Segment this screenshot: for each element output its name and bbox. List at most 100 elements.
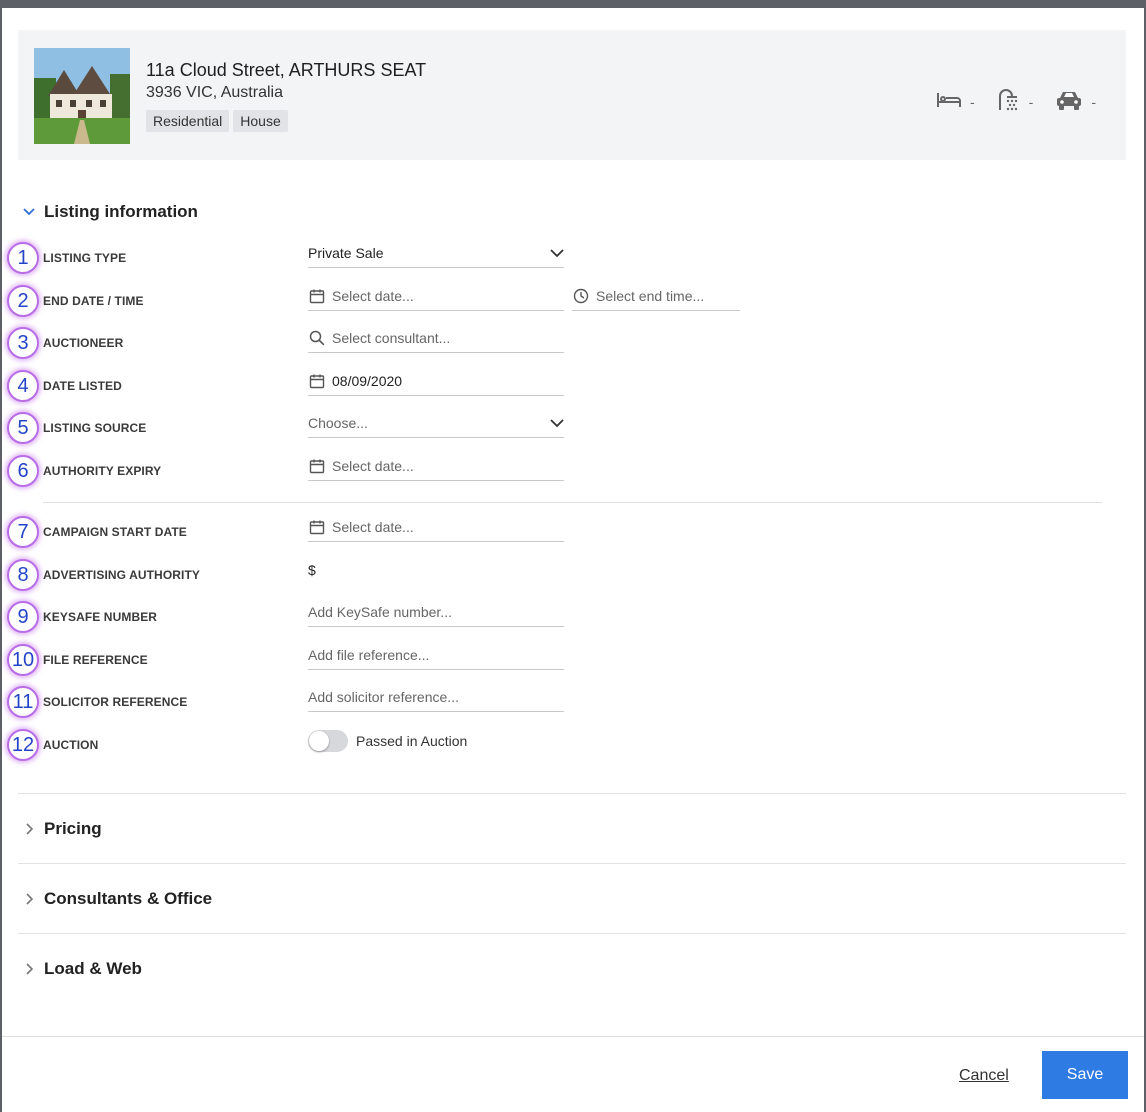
bedrooms-count: - [969, 93, 975, 110]
listing-type-value: Private Sale [308, 244, 384, 261]
footer-divider [2, 1036, 1144, 1037]
auctioneer-search-input[interactable]: Select consultant... [308, 323, 564, 353]
field-label: AUCTION [43, 738, 99, 752]
bathrooms-count: - [1028, 93, 1034, 110]
section-title: Consultants & Office [44, 889, 213, 908]
field-label: AUCTIONEER [43, 336, 124, 350]
row-listing-type: 1 LISTING TYPE Private Sale [2, 238, 1102, 278]
car-icon [1055, 89, 1083, 114]
step-badge: 9 [7, 601, 39, 633]
property-tags: Residential House [146, 110, 288, 132]
listing-source-select[interactable]: Choose... [308, 408, 564, 438]
step-badge: 2 [7, 285, 39, 317]
calendar-icon [308, 287, 326, 305]
property-address: 11a Cloud Street, ARTHURS SEAT [146, 60, 427, 80]
row-auction: 12 AUCTION Passed in Auction [2, 725, 1102, 765]
campaign-start-placeholder: Select date... [332, 518, 414, 535]
step-badge: 10 [7, 644, 39, 676]
file-reference-placeholder: Add file reference... [308, 646, 430, 663]
section-load-web[interactable]: Load & Web [18, 934, 1126, 1004]
campaign-start-date-input[interactable]: Select date... [308, 512, 564, 542]
calendar-icon [308, 518, 326, 536]
field-label: LISTING TYPE [43, 251, 127, 265]
property-photo [34, 48, 130, 144]
solicitor-reference-input[interactable]: Add solicitor reference... [308, 682, 564, 712]
keysafe-number-input[interactable]: Add KeySafe number... [308, 597, 564, 627]
step-badge: 7 [7, 516, 39, 548]
bathrooms-stat: - [997, 88, 1034, 115]
chevron-down-icon [20, 203, 38, 221]
section-listing-information[interactable]: Listing information [18, 176, 1126, 246]
cancel-button[interactable]: Cancel [959, 1067, 1009, 1085]
save-button[interactable]: Save [1042, 1051, 1128, 1099]
section-title: Pricing [44, 819, 102, 838]
listing-type-select[interactable]: Private Sale [308, 238, 564, 268]
calendar-icon [308, 372, 326, 390]
step-badge: 5 [7, 412, 39, 444]
property-summary-card: 11a Cloud Street, ARTHURS SEAT 3936 VIC,… [18, 30, 1126, 160]
bed-icon [936, 91, 962, 112]
passed-in-auction-toggle[interactable] [308, 730, 348, 752]
backdrop [0, 0, 1146, 8]
row-auctioneer: 3 AUCTIONEER Select consultant... [2, 323, 1102, 363]
row-listing-source: 5 LISTING SOURCE Choose... [2, 408, 1102, 448]
field-label: SOLICITOR REFERENCE [43, 695, 188, 709]
field-label: LISTING SOURCE [43, 421, 147, 435]
field-label: END DATE / TIME [43, 294, 144, 308]
bedrooms-stat: - [936, 91, 975, 112]
end-time-input[interactable]: Select end time... [572, 281, 740, 311]
chevron-down-icon [550, 248, 564, 258]
step-badge: 6 [7, 455, 39, 487]
end-time-placeholder: Select end time... [596, 287, 705, 304]
passed-in-auction-label: Passed in Auction [356, 733, 468, 749]
step-badge: 12 [7, 729, 39, 761]
file-reference-input[interactable]: Add file reference... [308, 640, 564, 670]
parking-stat: - [1055, 89, 1096, 114]
advertising-authority-input[interactable]: $ [308, 555, 564, 585]
step-badge: 1 [7, 242, 39, 274]
field-label: CAMPAIGN START DATE [43, 525, 187, 539]
auctioneer-placeholder: Select consultant... [332, 329, 451, 346]
section-pricing[interactable]: Pricing [18, 794, 1126, 864]
toggle-knob [309, 731, 329, 751]
end-date-input[interactable]: Select date... [308, 281, 564, 311]
chevron-right-icon [20, 960, 38, 978]
field-label: ADVERTISING AUTHORITY [43, 568, 200, 582]
section-consultants-office[interactable]: Consultants & Office [18, 864, 1126, 934]
row-solicitor-reference: 11 SOLICITOR REFERENCE Add solicitor ref… [2, 682, 1102, 722]
tag-residential: Residential [146, 110, 230, 132]
section-title: Load & Web [44, 959, 142, 978]
step-badge: 4 [7, 370, 39, 402]
field-label: FILE REFERENCE [43, 653, 148, 667]
chevron-down-icon [550, 418, 564, 428]
row-date-listed: 4 DATE LISTED 08/09/2020 [2, 366, 1102, 406]
form-divider [43, 502, 1102, 503]
clock-icon [572, 287, 590, 305]
authority-expiry-input[interactable]: Select date... [308, 451, 564, 481]
currency-prefix: $ [308, 562, 316, 578]
parking-count: - [1091, 93, 1096, 110]
row-authority-expiry: 6 AUTHORITY EXPIRY Select date... [2, 451, 1102, 491]
row-campaign-start-date: 7 CAMPAIGN START DATE Select date... [2, 512, 1102, 552]
date-listed-value: 08/09/2020 [332, 372, 403, 389]
step-badge: 8 [7, 559, 39, 591]
step-badge: 3 [7, 327, 39, 359]
step-badge: 11 [7, 686, 39, 718]
chevron-right-icon [20, 890, 38, 908]
row-end-date-time: 2 END DATE / TIME Select date... Select … [2, 281, 1102, 321]
keysafe-placeholder: Add KeySafe number... [308, 603, 452, 620]
section-title: Listing information [44, 202, 198, 221]
row-file-reference: 10 FILE REFERENCE Add file reference... [2, 640, 1102, 680]
tag-house: House [233, 110, 288, 132]
field-label: AUTHORITY EXPIRY [43, 464, 162, 478]
end-date-placeholder: Select date... [332, 287, 414, 304]
field-label: KEYSAFE NUMBER [43, 610, 158, 624]
row-advertising-authority: 8 ADVERTISING AUTHORITY $ [2, 555, 1102, 595]
date-listed-input[interactable]: 08/09/2020 [308, 366, 564, 396]
listing-source-placeholder: Choose... [308, 414, 368, 431]
row-keysafe-number: 9 KEYSAFE NUMBER Add KeySafe number... [2, 597, 1102, 637]
field-label: DATE LISTED [43, 379, 122, 393]
property-stats: - - - [936, 88, 1096, 115]
property-locality: 3936 VIC, Australia [146, 84, 283, 101]
authority-expiry-placeholder: Select date... [332, 457, 414, 474]
